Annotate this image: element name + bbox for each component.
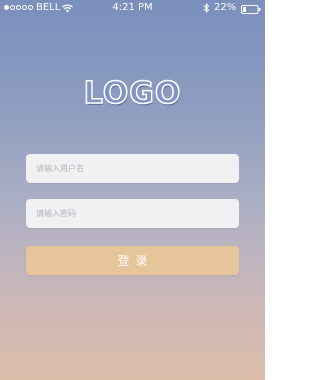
login-screen: BELL 4:21 PM 22% LOGO 登录 [0,0,265,380]
username-input[interactable] [26,154,239,183]
username-field[interactable] [26,154,239,183]
status-bar: BELL 4:21 PM 22% [0,0,265,16]
login-button[interactable]: 登录 [26,246,239,275]
app-logo: LOGO [83,75,182,112]
password-field[interactable] [26,199,239,228]
battery-icon [241,4,261,20]
battery-fill [243,7,246,12]
battery-percentage: 22% [214,2,237,13]
password-input[interactable] [26,199,239,228]
bluetooth-icon [203,2,210,19]
